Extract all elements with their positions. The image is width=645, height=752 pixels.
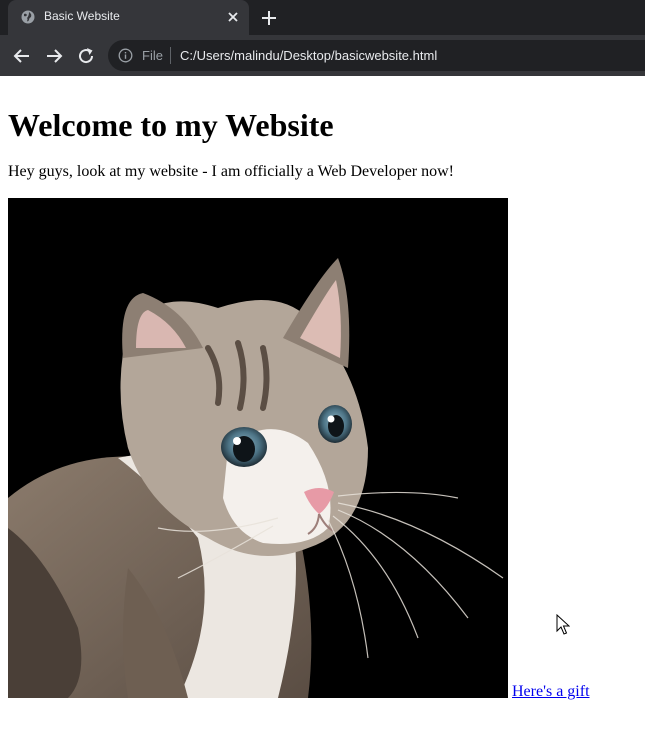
- address-separator: [170, 47, 171, 64]
- page-content: Welcome to my Website Hey guys, look at …: [8, 76, 638, 701]
- image-line: Here's a gift: [8, 198, 638, 701]
- intro-paragraph: Hey guys, look at my website - I am offi…: [8, 163, 454, 180]
- info-icon[interactable]: [118, 48, 133, 63]
- tab-title: Basic Website: [44, 9, 120, 23]
- globe-icon: [21, 10, 35, 24]
- new-tab-icon[interactable]: [259, 8, 279, 28]
- address-scheme: File: [142, 48, 163, 63]
- back-arrow-icon[interactable]: [10, 44, 34, 68]
- cat-image: [8, 198, 508, 698]
- tab-strip: Basic Website: [0, 0, 645, 35]
- mouse-cursor-icon: [556, 614, 570, 635]
- reload-icon[interactable]: [74, 44, 98, 68]
- forward-arrow-icon[interactable]: [42, 44, 66, 68]
- address-bar[interactable]: File C:/Users/malindu/Desktop/basicwebsi…: [108, 40, 645, 71]
- browser-toolbar: File C:/Users/malindu/Desktop/basicwebsi…: [0, 35, 645, 76]
- tab-basic-website[interactable]: Basic Website: [8, 0, 249, 35]
- address-url[interactable]: C:/Users/malindu/Desktop/basicwebsite.ht…: [180, 48, 437, 63]
- page-heading: Welcome to my Website: [8, 107, 334, 143]
- gift-link[interactable]: Here's a gift: [512, 683, 590, 701]
- close-icon[interactable]: [224, 8, 242, 26]
